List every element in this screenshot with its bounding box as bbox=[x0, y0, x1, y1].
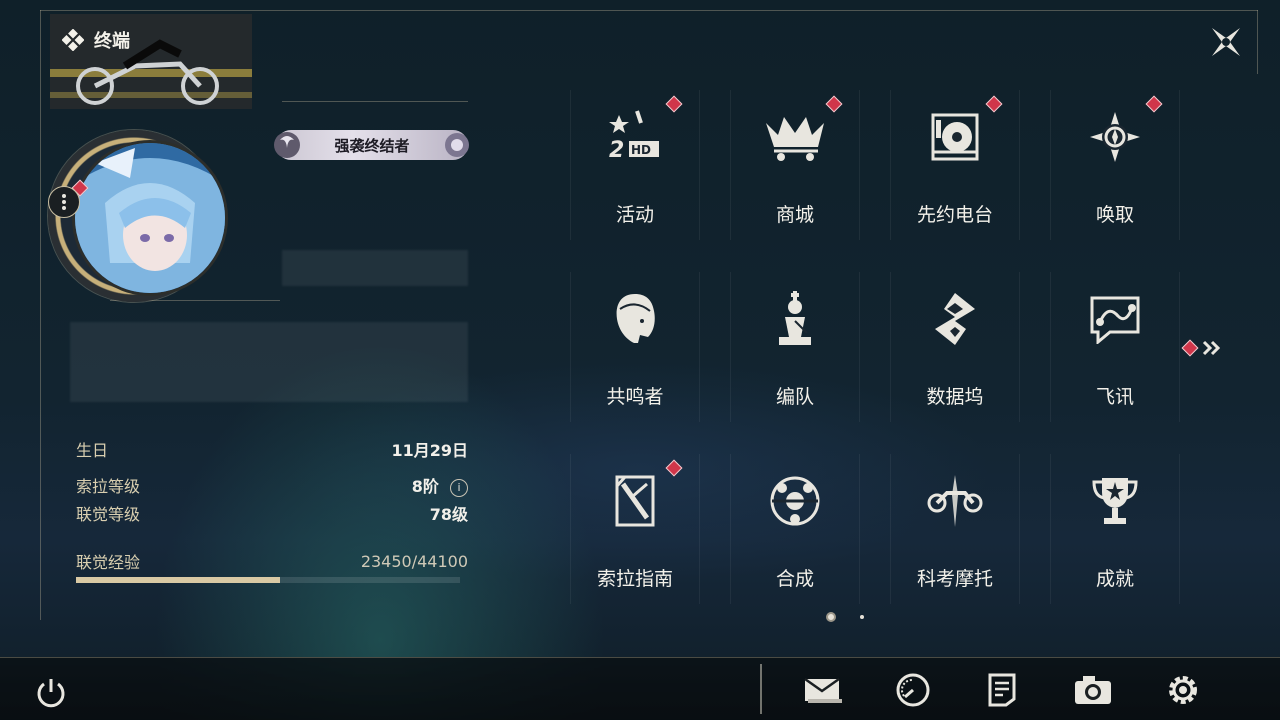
menu-tile-label: 数据坞 bbox=[926, 386, 984, 408]
stat-label: 联觉经验 bbox=[76, 553, 141, 572]
stat-label: 联觉等级 bbox=[76, 505, 141, 524]
menu-tile-label: 编队 bbox=[775, 386, 814, 408]
menu-tile-label: 共鸣者 bbox=[606, 386, 664, 408]
menu-tile-synthesis[interactable]: 合成 bbox=[730, 454, 860, 604]
menu-tile-convene[interactable]: 唤取 bbox=[1050, 90, 1180, 240]
exp-progress-fill bbox=[76, 577, 280, 583]
double-chevron-right-icon bbox=[1202, 340, 1221, 356]
motorcycle-icon bbox=[920, 466, 990, 536]
menu-tile-message[interactable]: 飞讯 bbox=[1050, 272, 1180, 422]
page-dot[interactable] bbox=[860, 615, 864, 619]
stat-row-union-level: 联觉等级 78级 bbox=[76, 499, 468, 527]
menu-tile-activity-2hd[interactable]: 2 HD 活动 bbox=[570, 90, 700, 240]
hidden-signature-block bbox=[70, 322, 468, 402]
guidebook-icon bbox=[600, 466, 670, 536]
frame-top-line bbox=[40, 10, 1258, 11]
notification-badge bbox=[1145, 95, 1163, 113]
menu-tile-label: 商城 bbox=[775, 204, 814, 226]
svg-text:2: 2 bbox=[609, 138, 624, 163]
info-icon[interactable]: i bbox=[450, 478, 468, 497]
terminal-diamond-icon bbox=[62, 29, 84, 51]
menu-tile-trophy[interactable]: 成就 bbox=[1050, 454, 1180, 604]
clock-icon[interactable] bbox=[892, 671, 934, 709]
menu-tile-motorcycle[interactable]: 科考摩托 bbox=[890, 454, 1020, 604]
avatar[interactable] bbox=[72, 140, 228, 296]
page-indicator bbox=[826, 612, 864, 622]
title-badge[interactable]: 强袭终结者 bbox=[274, 130, 469, 160]
bottom-separator bbox=[760, 664, 762, 714]
title-badge-label: 强袭终结者 bbox=[334, 136, 410, 155]
synthesis-icon bbox=[760, 466, 830, 536]
data-bank-icon bbox=[920, 284, 990, 354]
next-page-badge bbox=[1181, 339, 1199, 357]
menu-tile-radio[interactable]: 先约电台 bbox=[890, 90, 1020, 240]
menu-grid: 2 HD 活动 商城 先约电台 唤取共鸣者 编队 数据坞 飞讯索拉指南 合成 科考摩托 成就 bbox=[570, 90, 1210, 610]
page-title: 终端 bbox=[94, 31, 130, 52]
menu-tile-label: 索拉指南 bbox=[596, 568, 673, 590]
exp-progress-bar bbox=[76, 577, 460, 583]
frame-left-line bbox=[40, 10, 41, 620]
shop-crown-cart-icon bbox=[760, 102, 830, 172]
next-page-button[interactable] bbox=[1181, 339, 1222, 357]
close-icon[interactable] bbox=[1208, 24, 1244, 60]
message-icon bbox=[1080, 284, 1150, 354]
menu-tile-label: 科考摩托 bbox=[916, 568, 993, 590]
stat-label: 生日 bbox=[76, 441, 109, 460]
more-options-button[interactable] bbox=[48, 186, 80, 218]
notification-badge bbox=[665, 459, 683, 477]
menu-tile-resonator[interactable]: 共鸣者 bbox=[570, 272, 700, 422]
menu-tile-shop-crown-cart[interactable]: 商城 bbox=[730, 90, 860, 240]
menu-tile-label: 活动 bbox=[615, 204, 654, 226]
more-vertical-icon bbox=[62, 194, 66, 210]
trophy-icon bbox=[1080, 466, 1150, 536]
page-dot[interactable] bbox=[826, 612, 836, 622]
menu-tile-label: 成就 bbox=[1095, 568, 1134, 590]
stat-value: 78级 bbox=[429, 505, 468, 524]
menu-tile-label: 合成 bbox=[775, 568, 814, 590]
settings-gear-icon[interactable] bbox=[1162, 671, 1204, 709]
avatar-block bbox=[26, 110, 266, 310]
radio-icon bbox=[920, 102, 990, 172]
stat-value: 8阶 bbox=[411, 477, 439, 496]
notification-badge bbox=[985, 95, 1003, 113]
mail-icon[interactable] bbox=[802, 671, 844, 709]
stat-label: 索拉等级 bbox=[76, 477, 141, 496]
convene-icon bbox=[1080, 102, 1150, 172]
stat-row-birthday: 生日 11月29日 bbox=[76, 435, 468, 463]
stat-row-union-exp: 联觉经验 23450/44100 bbox=[76, 547, 468, 575]
orb-emblem-icon bbox=[445, 133, 469, 157]
menu-tile-label: 先约电台 bbox=[916, 204, 993, 226]
notes-icon[interactable] bbox=[981, 671, 1023, 709]
activity-2hd-icon: 2 HD bbox=[600, 102, 670, 172]
menu-tile-label: 唤取 bbox=[1095, 204, 1134, 226]
menu-tile-team-chess[interactable]: 编队 bbox=[730, 272, 860, 422]
menu-tile-data-bank[interactable]: 数据坞 bbox=[890, 272, 1020, 422]
notification-badge bbox=[825, 95, 843, 113]
power-icon[interactable] bbox=[34, 676, 68, 710]
team-chess-icon bbox=[760, 284, 830, 354]
stat-row-sola-level: 索拉等级 8阶 i bbox=[76, 471, 468, 499]
dragon-emblem-icon bbox=[274, 132, 300, 158]
menu-tile-guidebook[interactable]: 索拉指南 bbox=[570, 454, 700, 604]
frame-divider-line bbox=[282, 101, 468, 102]
page-header: 终端 bbox=[62, 27, 130, 53]
camera-icon[interactable] bbox=[1072, 671, 1114, 709]
frame-right-line bbox=[1257, 10, 1258, 74]
stat-value: 11月29日 bbox=[391, 441, 468, 460]
stat-value: 23450/44100 bbox=[360, 551, 468, 571]
menu-tile-label: 飞讯 bbox=[1095, 386, 1134, 408]
profile-stats: 生日 11月29日 索拉等级 8阶 i 联觉等级 78级 联觉经验 23450/… bbox=[76, 435, 468, 583]
svg-text:HD: HD bbox=[631, 143, 651, 157]
notification-badge bbox=[665, 95, 683, 113]
resonator-icon bbox=[600, 284, 670, 354]
hidden-info-block bbox=[282, 250, 468, 286]
